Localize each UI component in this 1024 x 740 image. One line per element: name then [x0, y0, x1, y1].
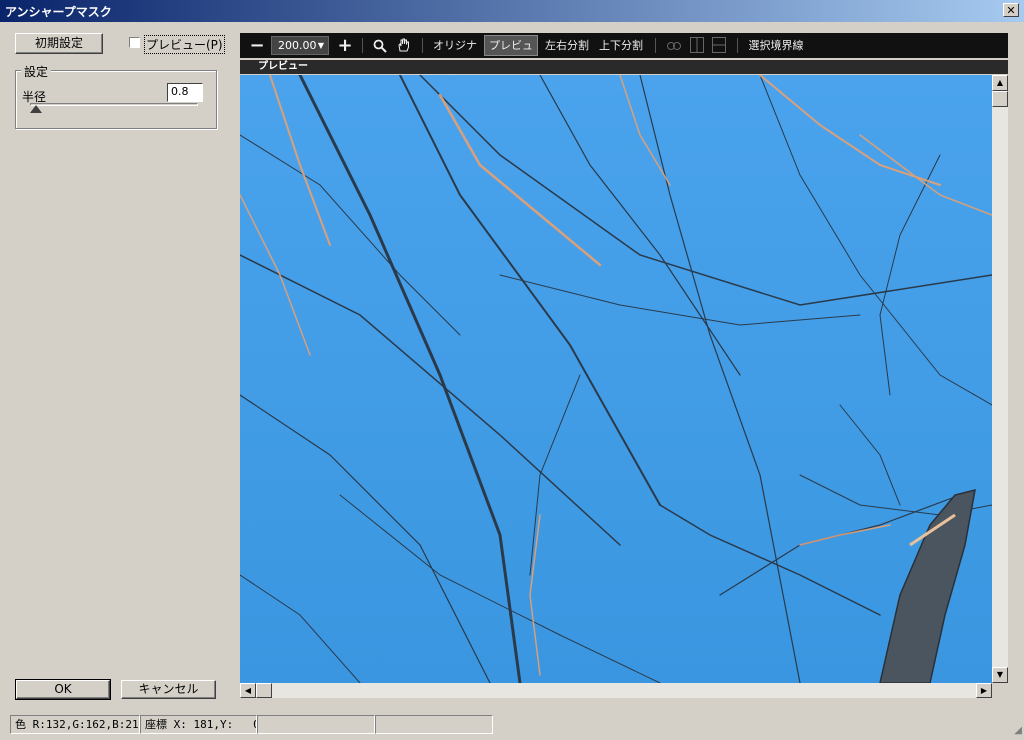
horizontal-scroll-thumb[interactable]	[256, 683, 272, 698]
vertical-scrollbar[interactable]: ▲ ▼	[992, 75, 1008, 683]
close-button[interactable]: ✕	[1003, 3, 1019, 17]
horizontal-scrollbar[interactable]: ◀ ▶	[240, 683, 992, 698]
split-left-right-button[interactable]: 左右分割	[543, 33, 591, 58]
preview-panel-header: プレビュー	[240, 60, 1008, 74]
radius-slider-thumb[interactable]	[30, 105, 42, 113]
color-readout: 色 R:132,G:162,B:211	[10, 715, 140, 734]
original-view-button[interactable]: オリジナル	[429, 33, 481, 77]
selection-border-button[interactable]: 選択境界線	[745, 33, 807, 58]
ok-button[interactable]: OK	[15, 679, 111, 700]
scroll-up-button[interactable]: ▲	[992, 75, 1008, 91]
zoom-in-button[interactable]: +	[336, 33, 354, 58]
split-horizontal-icon	[710, 33, 728, 58]
vertical-scroll-thumb[interactable]	[992, 91, 1008, 107]
scroll-right-button[interactable]: ▶	[976, 683, 992, 698]
preview-view-button[interactable]: プレビュー	[484, 35, 538, 71]
zoom-select[interactable]: 200.00 ▼	[271, 36, 329, 55]
chevron-down-icon: ▼	[317, 41, 324, 50]
zoom-value: 200.00	[278, 39, 317, 52]
radius-slider-track[interactable]	[30, 103, 198, 106]
preview-image[interactable]	[240, 75, 992, 683]
status-cell-empty	[375, 715, 493, 734]
preview-panel-title: プレビュー	[258, 61, 308, 72]
status-bar: 色 R:132,G:162,B:211 座標 X: 181,Y: 0 ◢	[0, 712, 1024, 740]
preview-toolbar: − 200.00 ▼ + オリジナル プレビュー 左右分割 上下分割 選択境界線	[240, 33, 1008, 77]
zoom-out-button[interactable]: −	[248, 33, 266, 58]
radius-input[interactable]: 0.8	[167, 83, 203, 102]
split-top-bottom-button[interactable]: 上下分割	[597, 33, 645, 58]
window-title: アンシャープマスク	[5, 5, 112, 19]
coordinate-readout: 座標 X: 181,Y: 0	[140, 715, 257, 734]
toolbar-divider	[655, 38, 656, 53]
split-vertical-icon	[688, 33, 706, 58]
scroll-left-button[interactable]: ◀	[240, 683, 256, 698]
magnifier-icon[interactable]	[370, 33, 390, 58]
title-bar: アンシャープマスク ✕	[0, 0, 1024, 22]
preview-checkbox-label[interactable]: プレビュー(P)	[144, 35, 225, 54]
toolbar-divider	[362, 38, 363, 53]
toolbar-divider	[422, 38, 423, 53]
scroll-down-button[interactable]: ▼	[992, 667, 1008, 683]
resize-grip-icon[interactable]: ◢	[1014, 725, 1022, 736]
settings-group-label: 設定	[21, 63, 52, 80]
hand-icon[interactable]	[394, 33, 414, 58]
link-icon	[664, 33, 684, 58]
status-cell-empty	[257, 715, 375, 734]
reset-button[interactable]: 初期設定	[15, 33, 103, 54]
preview-checkbox[interactable]	[129, 37, 140, 48]
toolbar-divider	[737, 38, 738, 53]
cancel-button[interactable]: キャンセル	[121, 680, 216, 699]
